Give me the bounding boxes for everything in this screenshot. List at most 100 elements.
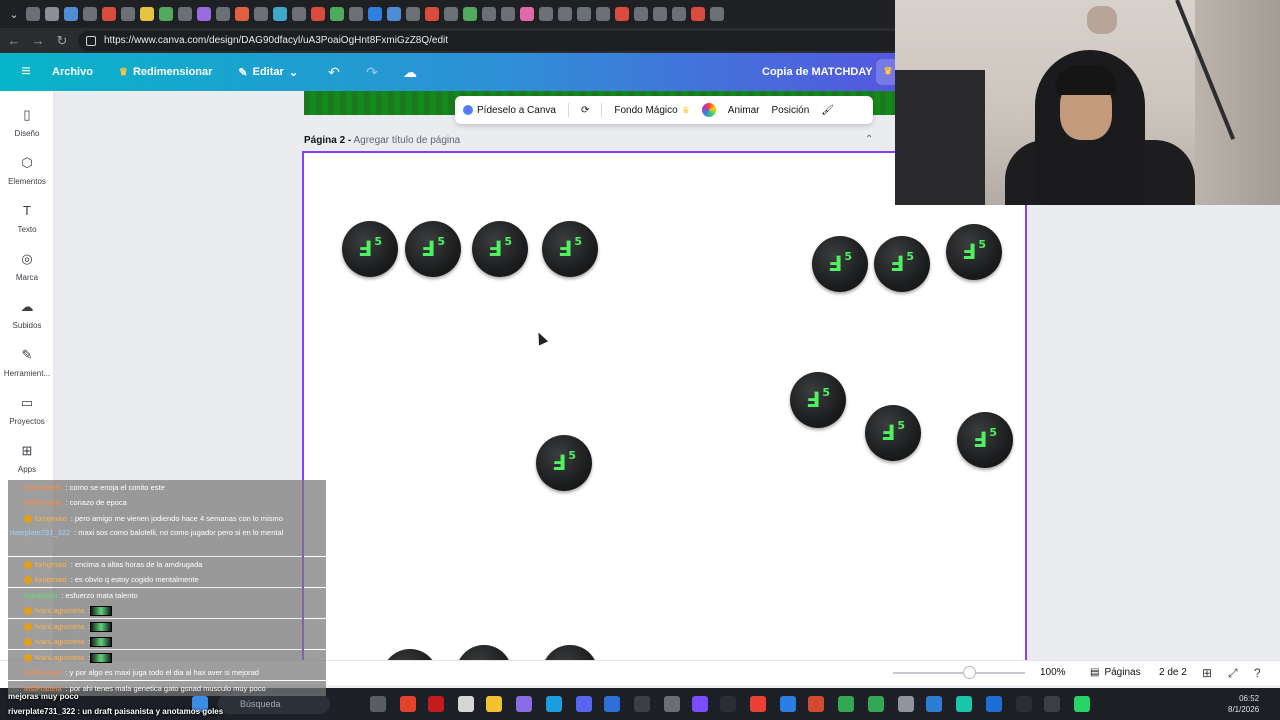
undo-icon[interactable]: ↶	[324, 64, 344, 81]
app-icon[interactable]	[780, 696, 796, 712]
pages-button[interactable]: ▤ Páginas	[1090, 667, 1141, 678]
browser-tab-favicon[interactable]	[691, 7, 705, 21]
edge-icon[interactable]	[546, 696, 562, 712]
browser-tab-favicon[interactable]	[387, 7, 401, 21]
cloud-save-icon[interactable]: ☁	[400, 64, 420, 81]
browser-tab-favicon[interactable]	[577, 7, 591, 21]
browser-tab-favicon[interactable]	[615, 7, 629, 21]
coin-element[interactable]: Ⅎ5	[812, 236, 868, 292]
browser-tab-favicon[interactable]	[634, 7, 648, 21]
archivo-button[interactable]: Archivo	[52, 66, 93, 78]
coin-element[interactable]	[542, 645, 598, 660]
coin-element[interactable]: Ⅎ5	[536, 435, 592, 491]
browser-tab-favicon[interactable]	[539, 7, 553, 21]
sidebar-item-diseno[interactable]: ▯ Diseño	[0, 107, 54, 138]
system-clock[interactable]: 06:52 8/1/2026	[1228, 693, 1259, 715]
app-icon[interactable]	[458, 696, 474, 712]
browser-tab-favicon[interactable]	[482, 7, 496, 21]
task-view-icon[interactable]	[370, 696, 386, 712]
media-player-icon[interactable]	[1044, 696, 1060, 712]
browser-tab-favicon[interactable]	[235, 7, 249, 21]
browser-tab-favicon[interactable]	[501, 7, 515, 21]
coin-element[interactable]: Ⅎ5	[874, 236, 930, 292]
browser-tab-favicon[interactable]	[102, 7, 116, 21]
browser-tab-favicon[interactable]	[653, 7, 667, 21]
app-icon[interactable]	[868, 696, 884, 712]
app-icon[interactable]	[400, 696, 416, 712]
app-icon[interactable]	[692, 696, 708, 712]
coin-element[interactable]	[456, 645, 512, 660]
browser-tab-favicon[interactable]	[26, 7, 40, 21]
zoom-level[interactable]: 100%	[1040, 667, 1066, 678]
redimensionar-button[interactable]: ♛ Redimensionar	[119, 66, 212, 78]
sidebar-item-subidos[interactable]: ☁ Subidos	[0, 299, 54, 330]
app-icon[interactable]	[956, 696, 972, 712]
browser-tab-favicon[interactable]	[197, 7, 211, 21]
help-icon[interactable]: ?	[1254, 666, 1261, 680]
browser-tab-favicon[interactable]	[349, 7, 363, 21]
browser-tab-favicon[interactable]	[425, 7, 439, 21]
browser-tab-favicon[interactable]	[64, 7, 78, 21]
browser-tab-favicon[interactable]	[216, 7, 230, 21]
browser-tab-favicon[interactable]	[254, 7, 268, 21]
url-field[interactable]: https://www.canva.com/design/DAG90dfacyl…	[78, 30, 918, 51]
zoom-slider-track[interactable]	[893, 672, 1025, 674]
zoom-slider-knob[interactable]	[963, 666, 976, 679]
browser-tab-favicon[interactable]	[406, 7, 420, 21]
browser-tab-favicon[interactable]	[311, 7, 325, 21]
browser-tab-favicon[interactable]	[273, 7, 287, 21]
whatsapp-icon[interactable]	[1074, 696, 1090, 712]
color-picker-icon[interactable]	[701, 103, 716, 117]
page-title-label[interactable]: Página 2 - Agregar título de página	[304, 135, 460, 146]
browser-tab-favicon[interactable]	[463, 7, 477, 21]
tab-search-chevron-icon[interactable]: ⌄	[6, 8, 22, 21]
coin-element[interactable]: Ⅎ5	[542, 221, 598, 277]
browser-tab-favicon[interactable]	[710, 7, 724, 21]
magic-background-button[interactable]: Fondo Mágico ♛	[614, 105, 689, 116]
browser-tab-favicon[interactable]	[121, 7, 135, 21]
app-icon[interactable]	[838, 696, 854, 712]
page-count[interactable]: 2 de 2	[1159, 667, 1187, 678]
browser-tab-favicon[interactable]	[159, 7, 173, 21]
coin-element[interactable]: Ⅎ5	[472, 221, 528, 277]
coin-element[interactable]: Ⅎ5	[342, 221, 398, 277]
coin-element[interactable]: Ⅎ5	[946, 224, 1002, 280]
browser-tab-favicon[interactable]	[558, 7, 572, 21]
ask-canva-button[interactable]: Pídeselo a Canva	[463, 105, 556, 116]
app-icon[interactable]	[808, 696, 824, 712]
browser-tab-favicon[interactable]	[330, 7, 344, 21]
coin-element[interactable]: Ⅎ5	[790, 372, 846, 428]
back-icon[interactable]: ←	[6, 33, 22, 48]
app-icon[interactable]	[604, 696, 620, 712]
browser-tab-favicon[interactable]	[444, 7, 458, 21]
browser-tab-favicon[interactable]	[292, 7, 306, 21]
position-button[interactable]: Posición	[771, 105, 809, 116]
app-icon[interactable]	[428, 696, 444, 712]
app-icon[interactable]	[634, 696, 650, 712]
animate-button[interactable]: Animar	[728, 105, 760, 116]
app-icon[interactable]	[664, 696, 680, 712]
document-title[interactable]: Copia de MATCHDAY	[762, 66, 873, 78]
discord-icon[interactable]	[576, 696, 592, 712]
browser-tab-favicon[interactable]	[140, 7, 154, 21]
sidebar-item-herramientas[interactable]: ✎ Herramient...	[0, 347, 54, 378]
replace-icon[interactable]: ⟳	[581, 105, 589, 116]
sidebar-item-elementos[interactable]: ⬡ Elementos	[0, 155, 54, 186]
browser-tab-favicon[interactable]	[368, 7, 382, 21]
coin-element[interactable]: Ⅎ5	[405, 221, 461, 277]
sidebar-item-marca[interactable]: ◎ Marca	[0, 251, 54, 282]
design-page[interactable]: Ⅎ5 Ⅎ5 Ⅎ5 Ⅎ5 Ⅎ5 Ⅎ5 Ⅎ5 Ⅎ5 Ⅎ5 Ⅎ5 Ⅎ5	[302, 151, 1027, 660]
app-icon[interactable]	[926, 696, 942, 712]
app-icon[interactable]	[1016, 696, 1032, 712]
browser-tab-favicon[interactable]	[178, 7, 192, 21]
browser-tab-favicon[interactable]	[672, 7, 686, 21]
browser-tab-favicon[interactable]	[520, 7, 534, 21]
browser-tab-favicon[interactable]	[45, 7, 59, 21]
chrome-icon[interactable]	[750, 696, 766, 712]
forward-icon[interactable]: →	[30, 33, 46, 48]
editar-button[interactable]: ✎ Editar ⌄	[238, 66, 298, 79]
menu-icon[interactable]: ≡	[0, 63, 52, 81]
reload-icon[interactable]: ↻	[54, 33, 70, 49]
sidebar-item-proyectos[interactable]: ▭ Proyectos	[0, 395, 54, 426]
app-icon[interactable]	[516, 696, 532, 712]
